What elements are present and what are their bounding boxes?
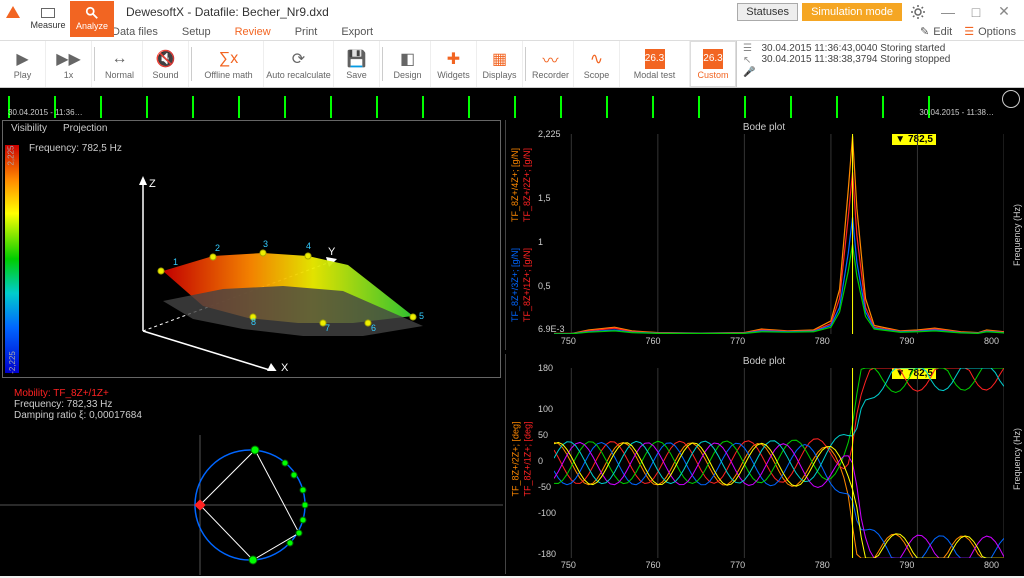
maximize-button[interactable]: □ bbox=[962, 4, 990, 20]
gear-icon[interactable] bbox=[910, 4, 926, 20]
design-button[interactable]: ◧Design bbox=[385, 41, 431, 87]
minimize-button[interactable]: — bbox=[934, 4, 962, 20]
svg-text:4: 4 bbox=[306, 241, 311, 251]
tab-measure[interactable]: Measure bbox=[26, 1, 70, 37]
menu-export[interactable]: Export bbox=[341, 26, 373, 38]
play-button[interactable]: ▶Play bbox=[0, 41, 46, 87]
save-button[interactable]: 💾Save bbox=[334, 41, 380, 87]
app-title: DewesoftX - Datafile: Becher_Nr9.dxd bbox=[126, 5, 329, 19]
speed-button[interactable]: ▶▶1x bbox=[46, 41, 92, 87]
log-icon: ☰ bbox=[743, 43, 755, 54]
svg-text:8: 8 bbox=[251, 317, 256, 327]
simulation-mode-badge[interactable]: Simulation mode bbox=[802, 3, 902, 21]
modal-test-button[interactable]: 26.3Modal test bbox=[620, 41, 690, 87]
normal-button[interactable]: ↔Normal bbox=[97, 41, 143, 87]
tab-analyze[interactable]: Analyze bbox=[70, 1, 114, 37]
menu-print[interactable]: Print bbox=[295, 26, 318, 38]
custom-button[interactable]: 26.3Custom bbox=[690, 41, 736, 87]
log-panel: ☰↖🎤 30.04.2015 11:36:43,0040 Storing sta… bbox=[736, 41, 1024, 87]
sound-button[interactable]: 🔇Sound bbox=[143, 41, 189, 87]
svg-text:5: 5 bbox=[419, 311, 424, 321]
svg-text:Z: Z bbox=[149, 178, 156, 190]
bode-phase[interactable]: Bode plot ▼ 782,5 TF_8Z+/2Z+; [deg] TF_8… bbox=[505, 354, 1022, 574]
displays-button[interactable]: ▦Displays bbox=[477, 41, 523, 87]
app-logo bbox=[6, 6, 20, 18]
mesh-3d[interactable]: Z X Y 1 2 3 4 5 6 7 8 bbox=[103, 171, 463, 371]
svg-text:1: 1 bbox=[173, 257, 178, 267]
svg-text:6: 6 bbox=[371, 323, 376, 333]
circle-fit-plot[interactable] bbox=[0, 435, 503, 575]
tab-visibility[interactable]: Visibility bbox=[3, 121, 55, 136]
info-panel: Mobility: TF_8Z+/1Z+ Frequency: 782,33 H… bbox=[0, 380, 503, 429]
svg-text:3: 3 bbox=[263, 239, 268, 249]
mic-icon: 🎤 bbox=[743, 67, 755, 78]
recorder-button[interactable]: 〰Recorder bbox=[528, 41, 574, 87]
menu-datafiles[interactable]: Data files bbox=[112, 26, 158, 38]
statuses-badge[interactable]: Statuses bbox=[737, 3, 798, 21]
menu-edit[interactable]: Edit bbox=[933, 26, 952, 38]
svg-text:7: 7 bbox=[325, 323, 330, 333]
svg-text:Y: Y bbox=[328, 246, 336, 258]
colorbar bbox=[5, 145, 19, 373]
auto-recalc-button[interactable]: ⟳Auto recalculate bbox=[264, 41, 334, 87]
menu-setup[interactable]: Setup bbox=[182, 26, 211, 38]
svg-text:X: X bbox=[281, 362, 289, 371]
viewport-frequency: Frequency: 782,5 Hz bbox=[29, 143, 122, 154]
bode-magnitude[interactable]: Bode plot ▼ 782,5 TF_8Z+/4Z+; [g/N] TF_8… bbox=[505, 120, 1022, 350]
menu-review[interactable]: Review bbox=[235, 26, 271, 38]
close-button[interactable]: ✕ bbox=[990, 3, 1018, 20]
tab-projection[interactable]: Projection bbox=[55, 121, 115, 136]
offline-math-button[interactable]: ∑xOffline math bbox=[194, 41, 264, 87]
svg-text:2: 2 bbox=[215, 243, 220, 253]
list-icon: ☰ bbox=[964, 25, 974, 38]
viewport-3d[interactable]: Visibility Projection Frequency: 782,5 H… bbox=[2, 120, 501, 378]
cursor-icon: ↖ bbox=[743, 55, 755, 66]
scope-button[interactable]: ∿Scope bbox=[574, 41, 620, 87]
clock-icon[interactable] bbox=[1002, 90, 1020, 108]
pencil-icon: ✎ bbox=[920, 25, 929, 38]
timeline[interactable]: 30.04.2015 - 11:36… 30.04.2015 - 11:38… … bbox=[0, 88, 1024, 118]
widgets-button[interactable]: ✚Widgets bbox=[431, 41, 477, 87]
menu-options[interactable]: Options bbox=[978, 26, 1016, 38]
